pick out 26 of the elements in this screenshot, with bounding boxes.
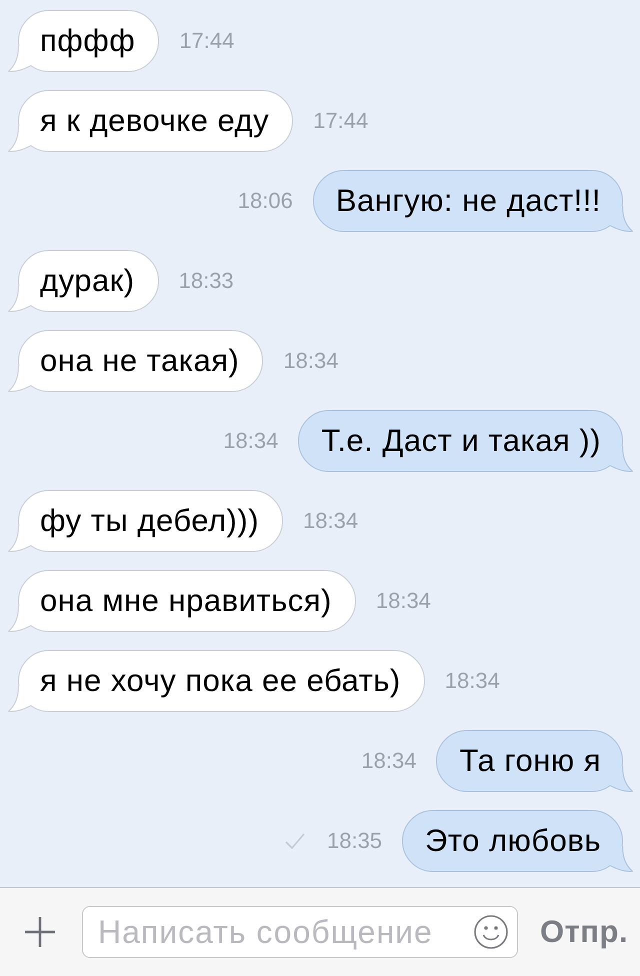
message-time: 18:34	[223, 428, 278, 454]
message-time: 18:35	[326, 828, 382, 854]
message-bubble: она не такая)	[8, 330, 264, 392]
message-time: 18:34	[283, 348, 338, 374]
message-bubble: Вангую: не даст!!!	[312, 170, 633, 232]
message-time: 18:34	[361, 748, 416, 774]
message-time: 18:06	[238, 188, 293, 214]
message-bubble: пффф	[8, 10, 160, 72]
message-bubble: она мне нравиться)	[8, 570, 356, 632]
message-bubble: Т.е. Даст и такая ))	[298, 410, 633, 472]
send-button[interactable]: Отпр.	[540, 914, 628, 950]
message-bubble: дурак)	[8, 250, 159, 312]
message-time: 18:34	[303, 508, 358, 534]
smiley-icon[interactable]	[474, 915, 508, 949]
message-time: 17:44	[179, 28, 234, 54]
message-bubble: Та гоню я	[436, 730, 633, 792]
message-time: 18:33	[178, 268, 234, 294]
message-time: 18:34	[376, 588, 431, 614]
message-time: 18:34	[444, 668, 500, 694]
message-bubble: фу ты дебел)))	[8, 490, 284, 552]
message-bubble: я к девочке еду	[8, 90, 294, 152]
plus-icon[interactable]	[24, 916, 56, 948]
message-time: 17:44	[313, 108, 368, 134]
message-field[interactable]: Написать сообщение	[82, 906, 518, 958]
message-bubble: я не хочу пока ее ебать)	[8, 650, 425, 712]
message-bubble: Это любовь	[402, 810, 633, 872]
